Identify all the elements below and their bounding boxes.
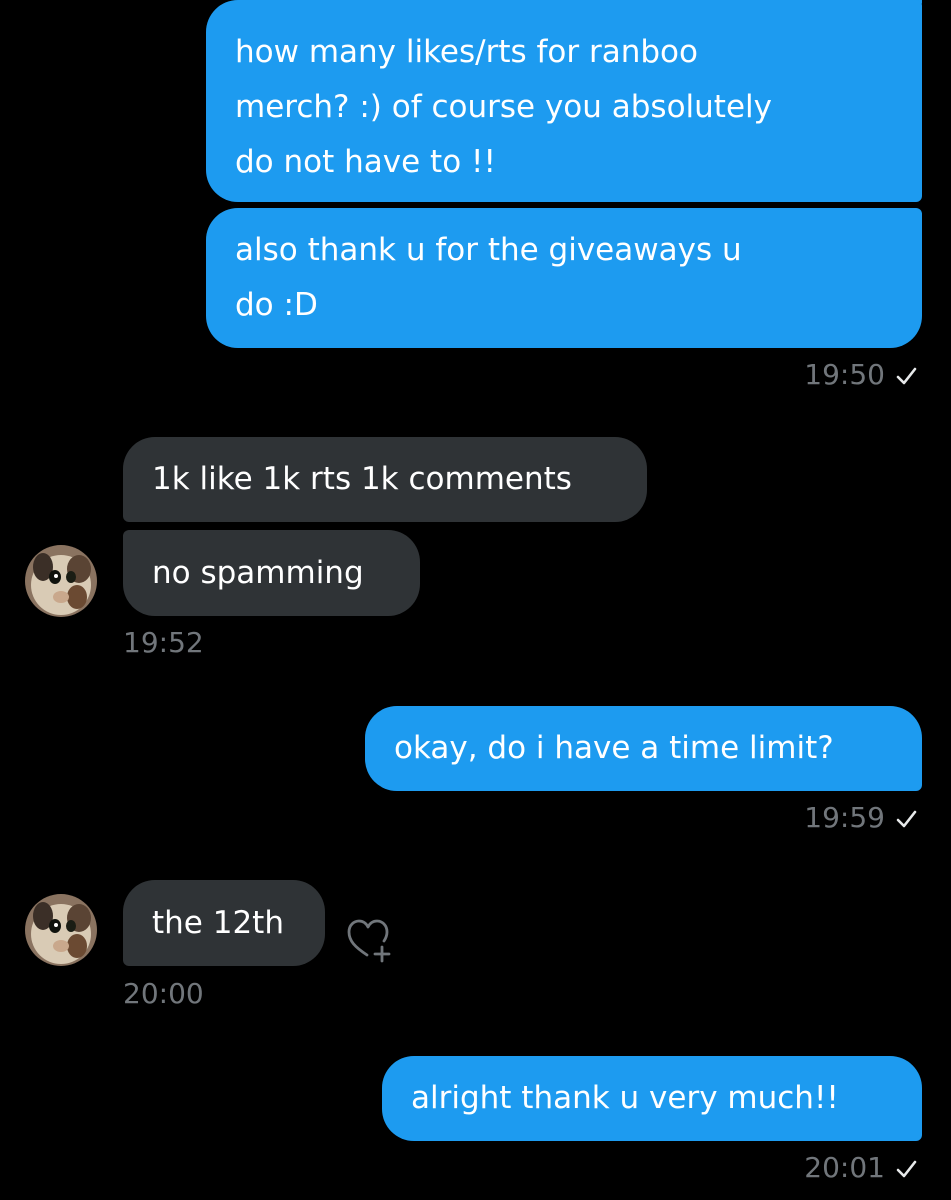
message-timestamp: 19:59 <box>804 801 917 838</box>
message-timestamp: 20:01 <box>804 1151 917 1188</box>
message-bubble-incoming[interactable]: 1k like 1k rts 1k comments <box>123 437 647 522</box>
message-bubble-outgoing[interactable]: also thank u for the giveaways u do :D <box>206 208 922 348</box>
cat-avatar[interactable] <box>25 545 97 617</box>
checkmark-icon <box>895 804 917 838</box>
message-bubble-outgoing[interactable]: alright thank u very much!! <box>382 1056 922 1141</box>
timestamp-text: 19:59 <box>804 801 885 834</box>
message-bubble-outgoing[interactable]: how many likes/rts for ranboo merch? :) … <box>206 0 922 202</box>
message-timestamp: 19:50 <box>804 358 917 395</box>
checkmark-icon <box>895 361 917 395</box>
checkmark-icon <box>895 1154 917 1188</box>
message-timestamp: 20:00 <box>123 977 204 1010</box>
message-bubble-incoming[interactable]: no spamming <box>123 530 420 616</box>
cat-avatar[interactable] <box>25 894 97 966</box>
message-bubble-incoming[interactable]: the 12th <box>123 880 325 966</box>
heart-plus-icon[interactable] <box>345 917 397 963</box>
timestamp-text: 20:01 <box>804 1151 885 1184</box>
message-bubble-outgoing[interactable]: okay, do i have a time limit? <box>365 706 922 791</box>
timestamp-text: 19:50 <box>804 358 885 391</box>
message-timestamp: 19:52 <box>123 626 204 659</box>
